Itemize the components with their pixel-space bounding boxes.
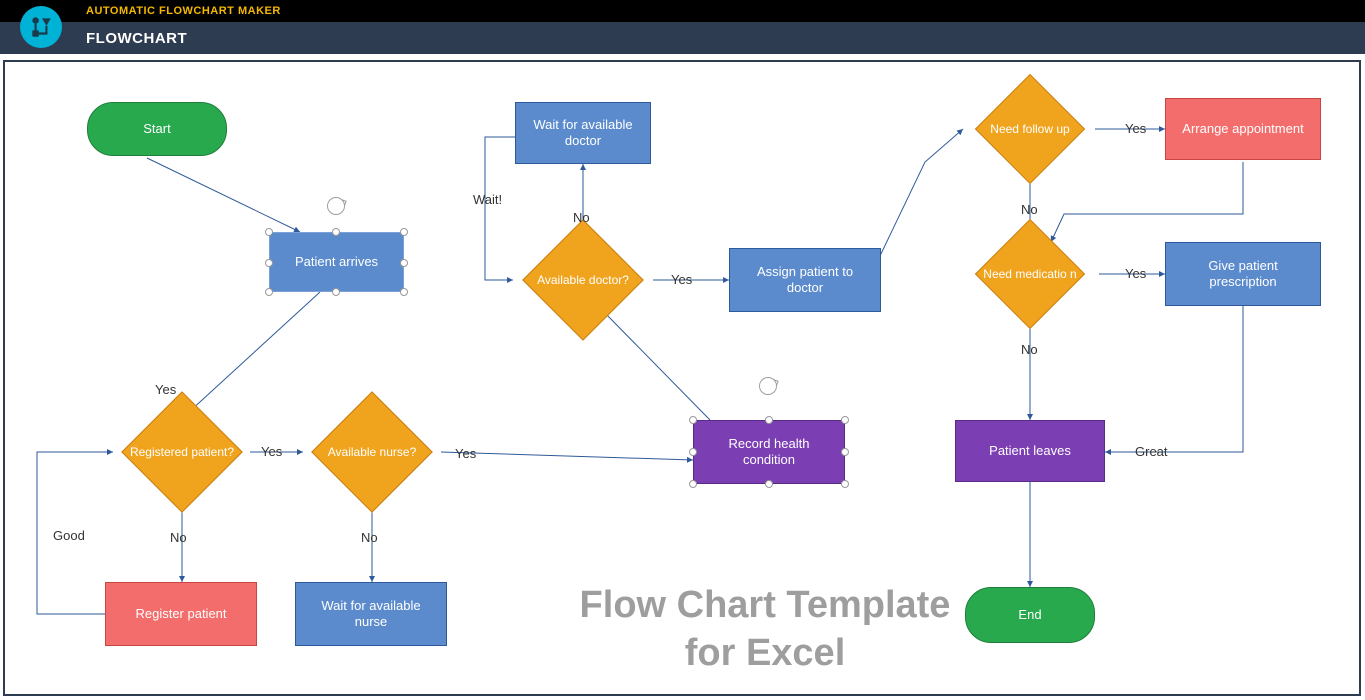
node-patient-arrives[interactable]: Patient arrives <box>269 232 404 292</box>
flowchart-canvas[interactable]: Start Patient arrives Registered patient… <box>3 60 1361 696</box>
node-label: Record health condition <box>702 436 836 469</box>
node-label: Available doctor? <box>524 255 642 305</box>
node-label: Give patient prescription <box>1174 258 1312 291</box>
watermark-line1: Flow Chart Template <box>580 584 951 626</box>
edge-label-yes: Yes <box>455 446 476 461</box>
edge-label-no: No <box>170 530 187 545</box>
node-label: Available nurse? <box>313 427 431 477</box>
node-label: Arrange appointment <box>1182 121 1303 137</box>
selection-handle[interactable] <box>689 416 697 424</box>
node-label: Registered patient? <box>123 427 241 477</box>
edge-label-wait: Wait! <box>473 192 502 207</box>
node-label: Need follow up <box>972 105 1088 153</box>
selection-handle[interactable] <box>689 448 697 456</box>
edge-label-no: No <box>573 210 590 225</box>
section-name: FLOWCHART <box>86 30 187 47</box>
selection-handle[interactable] <box>332 288 340 296</box>
node-wait-doctor[interactable]: Wait for available doctor <box>515 102 651 164</box>
selection-handle[interactable] <box>400 228 408 236</box>
edge-label-yes: Yes <box>1125 266 1146 281</box>
app-header-top: AUTOMATIC FLOWCHART MAKER <box>0 0 1365 22</box>
edge-label-yes: Yes <box>261 444 282 459</box>
node-label: Start <box>143 121 170 137</box>
watermark-line2: for Excel <box>685 632 846 674</box>
selection-handle[interactable] <box>265 228 273 236</box>
node-label: Register patient <box>135 606 226 622</box>
node-assign-doctor[interactable]: Assign patient to doctor <box>729 248 881 312</box>
node-label: Wait for available nurse <box>304 598 438 631</box>
edge-label-yes: Yes <box>1125 121 1146 136</box>
app-logo-icon <box>20 6 62 48</box>
selection-handle[interactable] <box>400 259 408 267</box>
edge-label-no: No <box>1021 342 1038 357</box>
selection-handle[interactable] <box>841 448 849 456</box>
rotate-handle-icon[interactable] <box>327 197 345 215</box>
node-record-health[interactable]: Record health condition <box>693 420 845 484</box>
node-arrange-appointment[interactable]: Arrange appointment <box>1165 98 1321 160</box>
selection-handle[interactable] <box>265 288 273 296</box>
edge-label-no: No <box>361 530 378 545</box>
selection-handle[interactable] <box>841 416 849 424</box>
node-label: Assign patient to doctor <box>738 264 872 297</box>
watermark-text: Flow Chart Template for Excel <box>505 582 1025 677</box>
selection-handle[interactable] <box>765 480 773 488</box>
edge-label-good: Good <box>53 528 85 543</box>
selection-handle[interactable] <box>332 228 340 236</box>
edge-label-no: No <box>1021 202 1038 217</box>
edge-label-yes: Yes <box>155 382 176 397</box>
selection-handle[interactable] <box>689 480 697 488</box>
selection-handle[interactable] <box>265 259 273 267</box>
app-header-section: FLOWCHART <box>0 22 1365 54</box>
node-label: Patient leaves <box>989 443 1071 459</box>
node-wait-nurse[interactable]: Wait for available nurse <box>295 582 447 646</box>
selection-handle[interactable] <box>765 416 773 424</box>
node-label: Patient arrives <box>295 254 378 270</box>
node-register-patient[interactable]: Register patient <box>105 582 257 646</box>
node-patient-leaves[interactable]: Patient leaves <box>955 420 1105 482</box>
node-give-prescription[interactable]: Give patient prescription <box>1165 242 1321 306</box>
edge-label-great: Great <box>1135 444 1168 459</box>
node-label: Need medicatio n <box>972 248 1088 300</box>
node-start[interactable]: Start <box>87 102 227 156</box>
edge-label-yes: Yes <box>671 272 692 287</box>
selection-handle[interactable] <box>841 480 849 488</box>
product-name: AUTOMATIC FLOWCHART MAKER <box>86 5 281 17</box>
rotate-handle-icon[interactable] <box>759 377 777 395</box>
node-label: Wait for available doctor <box>524 117 642 150</box>
selection-handle[interactable] <box>400 288 408 296</box>
